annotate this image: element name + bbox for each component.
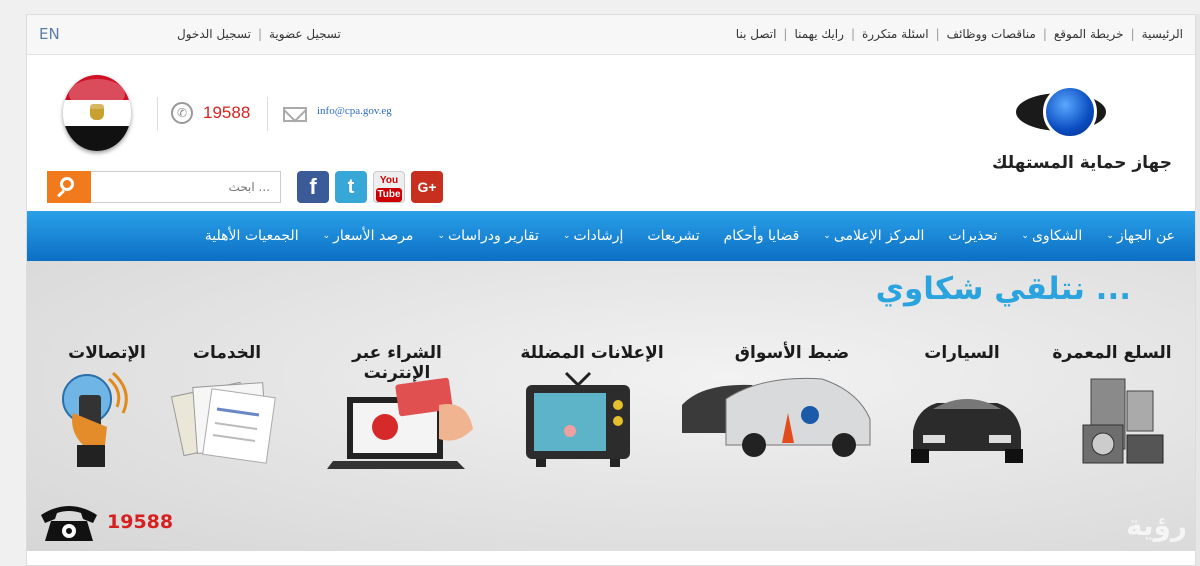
top-link-contact[interactable]: اتصل بنا xyxy=(736,27,777,41)
egypt-flag-icon xyxy=(63,75,131,151)
account-links: تسجيل عضوية | تسجيل الدخول xyxy=(177,27,341,41)
banner-hotline-number: 19588 xyxy=(107,511,174,533)
telephone-icon xyxy=(41,506,97,541)
chevron-down-icon: ⌄ xyxy=(437,231,445,241)
nav-item-legislation[interactable]: تشريعات xyxy=(647,228,699,244)
content-area xyxy=(27,551,1195,565)
car-icon xyxy=(911,399,1023,463)
nav-item-about[interactable]: عن الجهاز ⌄ xyxy=(1106,228,1175,244)
site-logo[interactable]: جهاز حماية المستهلك xyxy=(982,79,1172,189)
nav-item-ngos[interactable]: الجمعيات الأهلية xyxy=(205,228,299,244)
search-input[interactable] xyxy=(91,171,281,203)
logo-text: جهاز حماية المستهلك xyxy=(991,153,1173,173)
language-switch[interactable]: EN xyxy=(39,25,60,43)
youtube-icon[interactable]: You Tube xyxy=(373,171,405,203)
contact-email-link[interactable]: info@cpa.gov.eg xyxy=(317,105,392,117)
separator: | xyxy=(257,27,262,41)
hotline-number: 19588 xyxy=(203,103,251,122)
nav-item-cases[interactable]: قضايا وأحكام xyxy=(724,228,800,244)
separator: | xyxy=(850,27,855,41)
hero-banner[interactable]: نتلقي شكاوي ... السلع المعمرة السيارات ض… xyxy=(27,261,1195,551)
nav-item-warnings[interactable]: تحذيرات xyxy=(948,228,997,244)
chevron-down-icon: ⌄ xyxy=(322,231,331,241)
top-link-faq[interactable]: اسئلة متكررة xyxy=(862,27,929,41)
watermark-logo: رؤية xyxy=(1125,509,1187,542)
phone-icon: ✆ xyxy=(171,102,193,124)
chevron-down-icon: ⌄ xyxy=(562,231,571,241)
online-shopping-icon xyxy=(327,377,473,469)
category-cars: السيارات xyxy=(924,343,1000,363)
login-link[interactable]: تسجيل الدخول xyxy=(177,27,251,41)
divider xyxy=(267,97,268,131)
top-link-feedback[interactable]: رايك يهمنا xyxy=(794,27,843,41)
top-link-home[interactable]: الرئيسية xyxy=(1142,27,1183,41)
site-header: ✆ 19588 info@cpa.gov.eg f t You Tube G+ … xyxy=(27,55,1195,211)
site-frame: EN تسجيل عضوية | تسجيل الدخول الرئيسية |… xyxy=(26,14,1196,566)
separator: | xyxy=(1130,27,1135,41)
banner-headline: نتلقي شكاوي ... xyxy=(875,271,1131,307)
chevron-down-icon: ⌄ xyxy=(1106,231,1114,241)
top-link-sitemap[interactable]: خريطة الموقع xyxy=(1054,27,1124,41)
separator: | xyxy=(935,27,940,41)
main-nav: عن الجهاز ⌄ الشكاوى ⌄ تحذيرات المركز الإعل… xyxy=(27,211,1195,261)
nav-item-guidance[interactable]: إرشادات ⌄ xyxy=(563,228,624,244)
google-plus-icon[interactable]: G+ xyxy=(411,171,443,203)
bills-icon xyxy=(170,381,276,464)
nav-item-price-monitor[interactable]: مرصد الأسعار ⌄ xyxy=(323,228,414,244)
page: EN تسجيل عضوية | تسجيل الدخول الرئيسية |… xyxy=(0,0,1200,566)
top-bar: EN تسجيل عضوية | تسجيل الدخول الرئيسية |… xyxy=(27,15,1195,55)
separator: | xyxy=(1042,27,1047,41)
top-links: الرئيسية | خريطة الموقع | مناقصات ووظائف… xyxy=(736,27,1183,41)
category-misleading-ads: الإعلانات المضللة xyxy=(520,343,664,363)
scrollbar[interactable] xyxy=(1196,14,1200,566)
tv-icon xyxy=(526,371,630,467)
mobile-phone-icon xyxy=(62,371,128,467)
police-cars-icon xyxy=(682,377,871,457)
chevron-down-icon: ⌄ xyxy=(1021,231,1029,241)
category-market-control: ضبط الأسواق xyxy=(734,343,850,363)
search-button[interactable] xyxy=(47,171,91,203)
separator: | xyxy=(783,27,788,41)
nav-item-media-center[interactable]: المركز الإعلامى ⌄ xyxy=(823,228,924,244)
register-link[interactable]: تسجيل عضوية xyxy=(269,27,341,41)
top-link-tenders[interactable]: مناقصات ووظائف xyxy=(947,27,1036,41)
appliances-icon xyxy=(1082,378,1164,464)
facebook-icon[interactable]: f xyxy=(297,171,329,203)
nav-item-complaints[interactable]: الشكاوى ⌄ xyxy=(1021,228,1082,244)
nav-item-reports[interactable]: تقارير ودراسات ⌄ xyxy=(437,228,538,244)
twitter-icon[interactable]: t xyxy=(335,171,367,203)
mail-icon xyxy=(283,107,307,122)
chevron-down-icon: ⌄ xyxy=(823,231,831,241)
eye-logo-icon xyxy=(1016,83,1106,141)
category-durable-goods: السلع المعمرة xyxy=(1052,343,1172,363)
nav-list: عن الجهاز ⌄ الشكاوى ⌄ تحذيرات المركز الإعل… xyxy=(193,211,1187,261)
category-telecom: الإتصالات xyxy=(68,343,146,363)
divider xyxy=(157,97,158,131)
